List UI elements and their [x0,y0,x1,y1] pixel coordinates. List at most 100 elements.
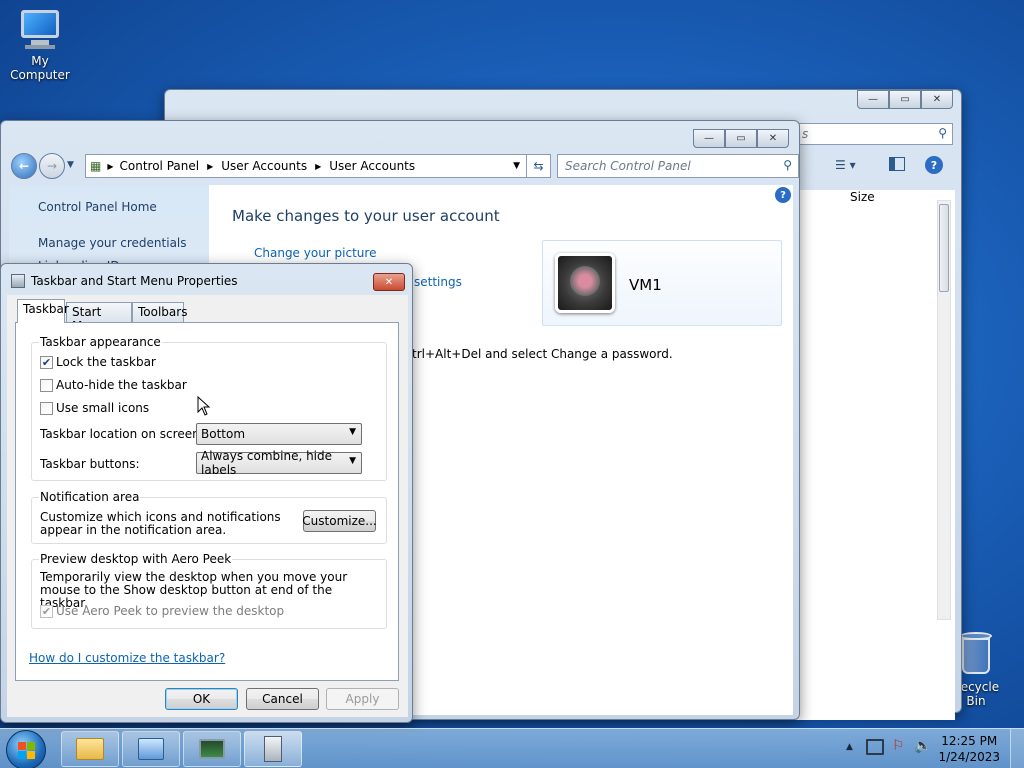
apply-button[interactable]: Apply [326,688,399,710]
taskbar-button-control-panel[interactable] [122,731,180,767]
autohide-taskbar-checkbox[interactable]: Auto-hide the taskbar [40,378,187,392]
taskbar-button-explorer[interactable] [61,731,119,767]
sidebar-link-home[interactable]: Control Panel Home [38,200,157,214]
buttons-label: Taskbar buttons: [40,457,140,471]
forward-button[interactable]: → [39,153,65,179]
preview-pane-icon[interactable] [889,157,905,171]
chevron-down-icon[interactable]: ▼ [67,160,74,170]
mouse-cursor-icon [197,396,211,416]
computer-icon [17,10,63,50]
tab-panel-taskbar: Taskbar appearance ✔ Lock the taskbar Au… [15,322,399,681]
checkbox-label: Auto-hide the taskbar [56,378,187,392]
navigation-bar: ← → ▼ ▦ ▶ Control Panel ▶ User Accounts … [9,151,799,183]
lock-taskbar-checkbox[interactable]: ✔ Lock the taskbar [40,355,156,369]
dropdown-arrow-icon: ▼ [349,427,356,437]
show-hidden-icons-icon[interactable]: ▲ [846,742,853,752]
select-value: Bottom [201,427,246,441]
search-partial-text: s [802,127,809,141]
location-label: Taskbar location on screen: [40,427,204,441]
notification-description: Customize which icons and notifications … [40,510,281,537]
search-placeholder: Search Control Panel [565,159,691,173]
close-button[interactable]: ✕ [757,129,789,148]
control-panel-icon [138,738,164,760]
checkbox-label: Use Aero Peek to preview the desktop [56,604,285,618]
scrollbar[interactable] [937,200,951,620]
checkbox-box[interactable] [40,378,53,392]
monitor-icon [199,739,225,759]
ok-button[interactable]: OK [165,688,238,710]
windows-logo-icon [17,741,35,759]
group-legend: Preview desktop with Aero Peek [39,552,233,566]
folder-icon [76,738,104,760]
taskbar: ▲ ⚐ 🔈 12:25 PM 1/24/2023 [0,728,1024,768]
select-value: Always combine, hide labels [201,449,333,477]
start-button[interactable] [6,730,46,768]
maximize-button[interactable]: ▭ [725,129,757,148]
dropdown-arrow-icon: ▼ [349,456,356,466]
checkbox-box: ✔ [40,604,53,618]
taskbar-settings-icon [264,736,282,762]
toolbar-strip: ☰ ▾ ? [795,152,955,182]
column-header-size[interactable]: Size [850,190,875,204]
volume-icon[interactable]: 🔈 [914,738,931,754]
checkbox-box[interactable] [40,401,53,415]
maximize-button[interactable]: ▭ [889,90,921,109]
checkbox-box[interactable]: ✔ [40,355,53,369]
chevron-down-icon[interactable]: ▼ [513,161,520,171]
desktop-icon-label: My Computer [10,54,70,82]
aero-peek-group: Preview desktop with Aero Peek Temporari… [31,552,387,629]
tab-taskbar[interactable]: Taskbar [17,299,69,323]
aero-peek-checkbox: ✔ Use Aero Peek to preview the desktop [40,604,284,618]
breadcrumb-item[interactable]: Control Panel [120,159,200,173]
help-link[interactable]: How do I customize the taskbar? [29,651,225,665]
close-button[interactable]: ✕ [921,90,953,109]
search-box[interactable]: s ⚲ [795,123,953,145]
taskbar-button-taskbar-properties[interactable] [244,731,302,767]
breadcrumb-item[interactable]: User Accounts [329,159,415,173]
breadcrumb-item[interactable]: User Accounts [221,159,307,173]
tab-toolbars[interactable]: Toolbars [132,302,187,322]
file-list: Size [795,190,955,720]
taskbar-buttons-select[interactable]: Always combine, hide labels ▼ [196,449,362,477]
recycle-bin-icon [960,632,992,676]
network-icon[interactable] [866,739,884,755]
taskbar-location-select[interactable]: Bottom ▼ [196,423,362,445]
taskbar-button-task-manager[interactable] [183,731,241,767]
tab-start-menu[interactable]: Start Menu [66,302,132,333]
checkbox-label: Use small icons [56,401,150,415]
search-icon[interactable]: ⚲ [938,126,947,140]
system-clock[interactable]: 12:25 PM 1/24/2023 [938,733,1000,765]
cancel-button[interactable]: Cancel [246,688,319,710]
search-input[interactable]: Search Control Panel ⚲ [557,154,799,178]
search-icon[interactable]: ⚲ [783,158,792,172]
user-avatar [555,253,615,313]
sidebar-link-manage-credentials[interactable]: Manage your credentials [38,236,187,250]
user-name: VM1 [629,276,662,294]
settings-link[interactable]: settings [414,275,462,289]
control-panel-icon: ▦ [90,159,102,173]
help-icon[interactable]: ? [775,187,791,203]
small-icons-checkbox[interactable]: Use small icons [40,401,149,415]
dialog-title: Taskbar and Start Menu Properties [31,274,238,288]
address-bar[interactable]: ▦ ▶ Control Panel ▶ User Accounts ▶ User… [85,154,551,178]
user-account-tile: VM1 [542,240,782,326]
desktop-icon-my-computer[interactable]: My Computer [2,10,78,82]
change-picture-link[interactable]: Change your picture [254,246,376,260]
customize-button[interactable]: Customize... [302,510,377,532]
close-button[interactable]: ✕ [373,273,405,291]
chevron-right-icon: ▶ [207,161,214,171]
action-center-icon[interactable]: ⚐ [892,738,905,754]
group-legend: Taskbar appearance [39,335,162,349]
back-button[interactable]: ← [11,153,37,179]
help-icon[interactable]: ? [925,156,943,174]
chevron-right-icon: ▶ [315,161,322,171]
taskbar-icon [11,274,25,288]
show-desktop-button[interactable] [1010,729,1024,768]
view-options-icon[interactable]: ☰ ▾ [835,158,856,172]
password-hint-text: trl+Alt+Del and select Change a password… [412,347,673,361]
refresh-icon[interactable]: ⇆ [526,154,550,178]
scrollbar-thumb[interactable] [939,204,949,292]
minimize-button[interactable]: — [857,90,889,109]
minimize-button[interactable]: — [693,129,725,148]
clock-time: 12:25 PM [941,734,998,748]
